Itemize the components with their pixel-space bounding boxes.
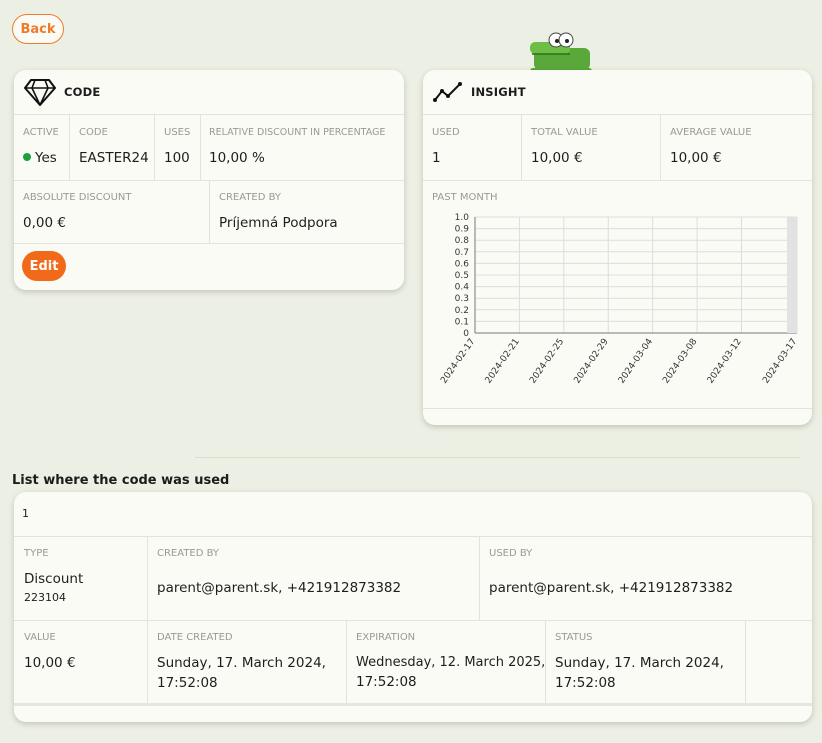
absolute-discount-value: 0,00 €: [23, 215, 66, 231]
date-created-line1: Sunday, 17. March 2024,: [157, 655, 326, 671]
insight-card-header: INSIGHT: [423, 70, 812, 115]
x-tick-label: 2024-02-21: [484, 337, 522, 386]
past-month-label: PAST MONTH: [432, 192, 498, 203]
section-divider: [195, 457, 800, 458]
x-tick-label: 2024-02-17: [439, 337, 477, 386]
type-value: Discount: [24, 571, 84, 587]
relative-discount-value: 10,00 %: [209, 150, 265, 166]
uses-label: USES: [164, 127, 191, 138]
code-card-header: CODE: [14, 70, 404, 115]
x-tick-label: 2024-03-08: [661, 337, 699, 386]
edit-button[interactable]: Edit: [22, 251, 66, 281]
active-status-dot: [23, 153, 31, 161]
x-tick-label: 2024-03-04: [617, 337, 655, 386]
created-by-label: CREATED BY: [219, 192, 282, 203]
used-by-label: USED BY: [489, 548, 533, 559]
status-line2: 17:52:08: [555, 675, 616, 691]
type-id: 223104: [24, 591, 66, 604]
y-tick-label: 0.1: [455, 317, 469, 327]
list-created-by-value: parent@parent.sk, +421912873382: [157, 580, 402, 596]
code-value: EASTER24: [79, 150, 149, 166]
usage-list-card: 1 TYPE Discount 223104 CREATED BY parent…: [14, 492, 812, 722]
x-tick-label: 2024-02-25: [528, 337, 566, 386]
list-created-by-label: CREATED BY: [157, 548, 220, 559]
value-value: 10,00 €: [24, 655, 76, 671]
x-tick-label: 2024-02-29: [573, 337, 611, 386]
used-label: USED: [432, 127, 460, 138]
y-tick-label: 1.0: [455, 213, 470, 223]
insight-card-title: INSIGHT: [471, 85, 526, 99]
usage-count: 1: [22, 507, 29, 520]
y-tick-label: 0.7: [455, 248, 469, 258]
y-tick-label: 0.9: [455, 225, 470, 235]
list-title: List where the code was used: [12, 473, 230, 488]
x-tick-label: 2024-03-17: [761, 337, 799, 386]
insight-card: INSIGHT USED 1 TOTAL VALUE 10,00 € AVERA…: [423, 70, 812, 425]
total-value-label: TOTAL VALUE: [531, 127, 598, 138]
active-value: Yes: [35, 150, 57, 166]
y-tick-label: 0.3: [455, 294, 469, 304]
type-label: TYPE: [24, 548, 49, 559]
code-card-title: CODE: [64, 85, 101, 99]
code-label: CODE: [79, 127, 108, 138]
y-tick-label: 0.8: [455, 236, 470, 246]
used-by-value: parent@parent.sk, +421912873382: [489, 580, 734, 596]
active-label: ACTIVE: [23, 127, 59, 138]
y-tick-label: 0.2: [455, 306, 469, 316]
uses-value: 100: [164, 150, 190, 166]
relative-discount-label: RELATIVE DISCOUNT IN PERCENTAGE: [209, 127, 386, 138]
chart-bar: [787, 217, 797, 333]
back-button[interactable]: Back: [12, 14, 64, 44]
y-tick-label: 0.5: [455, 271, 469, 281]
expiration-line1: Wednesday, 12. March 2025,: [356, 655, 546, 670]
average-value-label: AVERAGE VALUE: [670, 127, 752, 138]
total-value: 10,00 €: [531, 150, 583, 166]
diamond-icon: [24, 79, 56, 106]
trend-line-icon: [433, 82, 462, 102]
value-label: VALUE: [24, 632, 56, 643]
y-tick-label: 0.6: [455, 259, 470, 269]
x-tick-label: 2024-03-12: [706, 337, 744, 386]
y-tick-label: 0.4: [455, 283, 470, 293]
expiration-line2: 17:52:08: [356, 674, 417, 690]
absolute-discount-label: ABSOLUTE DISCOUNT: [23, 192, 132, 203]
status-line1: Sunday, 17. March 2024,: [555, 655, 724, 671]
created-by-value: Príjemná Podpora: [219, 215, 338, 231]
date-created-label: DATE CREATED: [157, 632, 233, 643]
average-value: 10,00 €: [670, 150, 722, 166]
used-value: 1: [432, 150, 441, 166]
date-created-line2: 17:52:08: [157, 675, 218, 691]
code-card: CODE ACTIVE Yes CODE EASTER24 USES 100 R…: [14, 70, 404, 290]
expiration-label: EXPIRATION: [356, 632, 416, 643]
status-label: STATUS: [555, 632, 593, 643]
past-month-chart: 00.10.20.30.40.50.60.70.80.91.02024-02-1…: [439, 213, 799, 386]
